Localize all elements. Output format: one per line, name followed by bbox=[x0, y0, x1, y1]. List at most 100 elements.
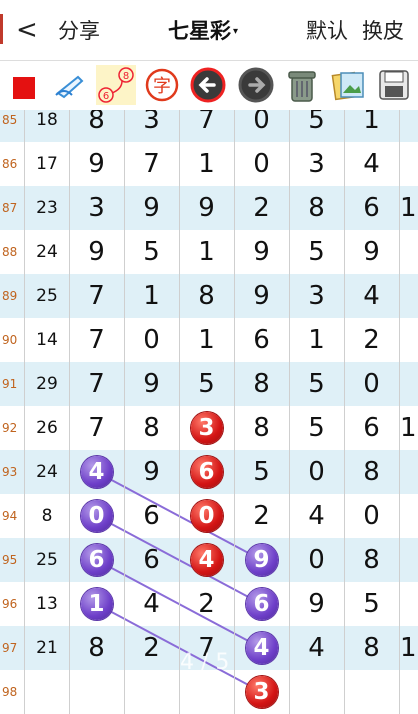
digit-cell[interactable]: 8 bbox=[69, 626, 124, 670]
digit-cell[interactable] bbox=[124, 670, 179, 714]
digit-cell[interactable]: 8 bbox=[124, 406, 179, 450]
back-button[interactable]: < bbox=[16, 12, 38, 48]
red-marked-ball[interactable]: 3 bbox=[245, 676, 278, 708]
digit-cell[interactable]: 1 bbox=[289, 318, 344, 362]
digit-cell[interactable]: 4 bbox=[289, 626, 344, 670]
digit-cell[interactable]: 2 bbox=[234, 494, 289, 538]
eraser-pen-icon[interactable] bbox=[50, 65, 90, 105]
digit-cell[interactable]: 9 bbox=[124, 450, 179, 494]
lottery-type-dropdown[interactable]: 七星彩 ▾ bbox=[168, 14, 238, 49]
digit-cell[interactable] bbox=[69, 670, 124, 714]
digit-cell[interactable]: 9 bbox=[124, 362, 179, 406]
digit-cell[interactable]: 4 bbox=[124, 582, 179, 626]
photos-icon[interactable] bbox=[328, 65, 368, 105]
digit-cell[interactable]: 2 bbox=[124, 626, 179, 670]
connect-line-icon[interactable]: 8 6 bbox=[96, 65, 136, 105]
digit-cell[interactable]: 8 bbox=[344, 450, 399, 494]
digit-cell[interactable] bbox=[344, 670, 399, 714]
purple-marked-ball[interactable]: 1 bbox=[80, 588, 113, 620]
digit-cell[interactable]: 1 bbox=[344, 110, 399, 142]
digit-cell[interactable]: 6 bbox=[344, 406, 399, 450]
digit-cell[interactable]: 6 bbox=[124, 538, 179, 582]
digit-cell[interactable]: 5 bbox=[289, 362, 344, 406]
digit-cell[interactable]: 0 bbox=[234, 142, 289, 186]
digit-cell[interactable]: 4 bbox=[344, 142, 399, 186]
digit-cell[interactable]: 5 bbox=[234, 450, 289, 494]
digit-cell[interactable]: 5 bbox=[124, 230, 179, 274]
purple-marked-ball[interactable]: 6 bbox=[80, 544, 113, 576]
digit-cell[interactable]: 9 bbox=[124, 186, 179, 230]
digit-cell[interactable]: 2 bbox=[179, 582, 234, 626]
digit-cell[interactable]: 7 bbox=[69, 318, 124, 362]
digit-cell[interactable]: 3 bbox=[124, 110, 179, 142]
digit-cell[interactable]: 7 bbox=[69, 274, 124, 318]
digit-cell[interactable]: 3 bbox=[69, 186, 124, 230]
digit-cell[interactable]: 8 bbox=[69, 110, 124, 142]
digit-cell[interactable]: 7 bbox=[69, 406, 124, 450]
digit-cell[interactable]: 9 bbox=[179, 186, 234, 230]
digit-cell[interactable] bbox=[179, 670, 234, 714]
digit-cell[interactable]: 2 bbox=[344, 318, 399, 362]
digit-cell[interactable]: 7 bbox=[179, 110, 234, 142]
change-skin-button[interactable]: 换皮 bbox=[362, 14, 404, 48]
digit-cell[interactable]: 5 bbox=[289, 230, 344, 274]
digit-cell[interactable]: 1 bbox=[124, 274, 179, 318]
digit-cell[interactable]: 6 bbox=[344, 186, 399, 230]
digit-cell[interactable]: 5 bbox=[289, 110, 344, 142]
trash-can-icon[interactable] bbox=[282, 65, 322, 105]
digit-cell-overflow: 1 bbox=[400, 413, 417, 443]
purple-marked-ball[interactable]: 9 bbox=[245, 544, 278, 576]
digit-cell[interactable]: 8 bbox=[234, 362, 289, 406]
digit-cell[interactable]: 9 bbox=[69, 230, 124, 274]
digit-cell[interactable]: 5 bbox=[344, 582, 399, 626]
red-square-icon[interactable] bbox=[4, 65, 44, 105]
digit-cell[interactable]: 9 bbox=[344, 230, 399, 274]
save-disk-icon[interactable] bbox=[374, 65, 414, 105]
digit-cell[interactable]: 3 bbox=[289, 142, 344, 186]
digit-cell[interactable]: 0 bbox=[234, 110, 289, 142]
digit-cell[interactable]: 9 bbox=[234, 230, 289, 274]
undo-arrow-icon[interactable] bbox=[188, 65, 228, 105]
issue-number: 85 bbox=[2, 113, 18, 127]
digit-cell[interactable]: 5 bbox=[179, 362, 234, 406]
digit-cell[interactable]: 9 bbox=[289, 582, 344, 626]
digit-cell[interactable]: 1 bbox=[179, 230, 234, 274]
red-marked-ball[interactable]: 3 bbox=[190, 412, 223, 444]
digit-cell[interactable] bbox=[289, 670, 344, 714]
digit-cell[interactable]: 7 bbox=[124, 142, 179, 186]
digit-cell[interactable]: 5 bbox=[289, 406, 344, 450]
digit-cell[interactable]: 1 bbox=[179, 142, 234, 186]
digit-sum: 13 bbox=[36, 594, 58, 614]
digit-cell[interactable]: 1 bbox=[179, 318, 234, 362]
digit-cell[interactable]: 0 bbox=[124, 318, 179, 362]
digit-cell[interactable]: 0 bbox=[289, 538, 344, 582]
digit-cell[interactable]: 8 bbox=[344, 626, 399, 670]
default-mode-button[interactable]: 默认 bbox=[306, 14, 348, 48]
digit-cell[interactable]: 0 bbox=[344, 494, 399, 538]
red-marked-ball[interactable]: 0 bbox=[190, 500, 223, 532]
digit-cell[interactable]: 0 bbox=[344, 362, 399, 406]
digit-cell[interactable]: 9 bbox=[69, 142, 124, 186]
digit-cell[interactable]: 7 bbox=[69, 362, 124, 406]
digit-cell[interactable]: 4 bbox=[289, 494, 344, 538]
redo-arrow-icon[interactable] bbox=[236, 65, 276, 105]
purple-marked-ball[interactable]: 4 bbox=[245, 632, 278, 664]
purple-marked-ball[interactable]: 6 bbox=[245, 588, 278, 620]
digit-cell[interactable]: 6 bbox=[234, 318, 289, 362]
digit-cell[interactable]: 3 bbox=[289, 274, 344, 318]
digit-cell[interactable]: 0 bbox=[289, 450, 344, 494]
share-button[interactable]: 分享 bbox=[58, 14, 100, 48]
digit-cell[interactable]: 2 bbox=[234, 186, 289, 230]
character-stamp-icon[interactable]: 字 bbox=[142, 65, 182, 105]
digit-cell[interactable]: 8 bbox=[179, 274, 234, 318]
digit-cell[interactable]: 9 bbox=[234, 274, 289, 318]
digit-cell[interactable]: 8 bbox=[344, 538, 399, 582]
digit-cell[interactable]: 8 bbox=[289, 186, 344, 230]
purple-marked-ball[interactable]: 4 bbox=[80, 456, 113, 488]
digit-cell[interactable]: 4 bbox=[344, 274, 399, 318]
digit-cell[interactable]: 8 bbox=[234, 406, 289, 450]
red-marked-ball[interactable]: 6 bbox=[190, 456, 223, 488]
purple-marked-ball[interactable]: 0 bbox=[80, 500, 113, 532]
red-marked-ball[interactable]: 4 bbox=[190, 544, 223, 576]
digit-cell[interactable]: 6 bbox=[124, 494, 179, 538]
